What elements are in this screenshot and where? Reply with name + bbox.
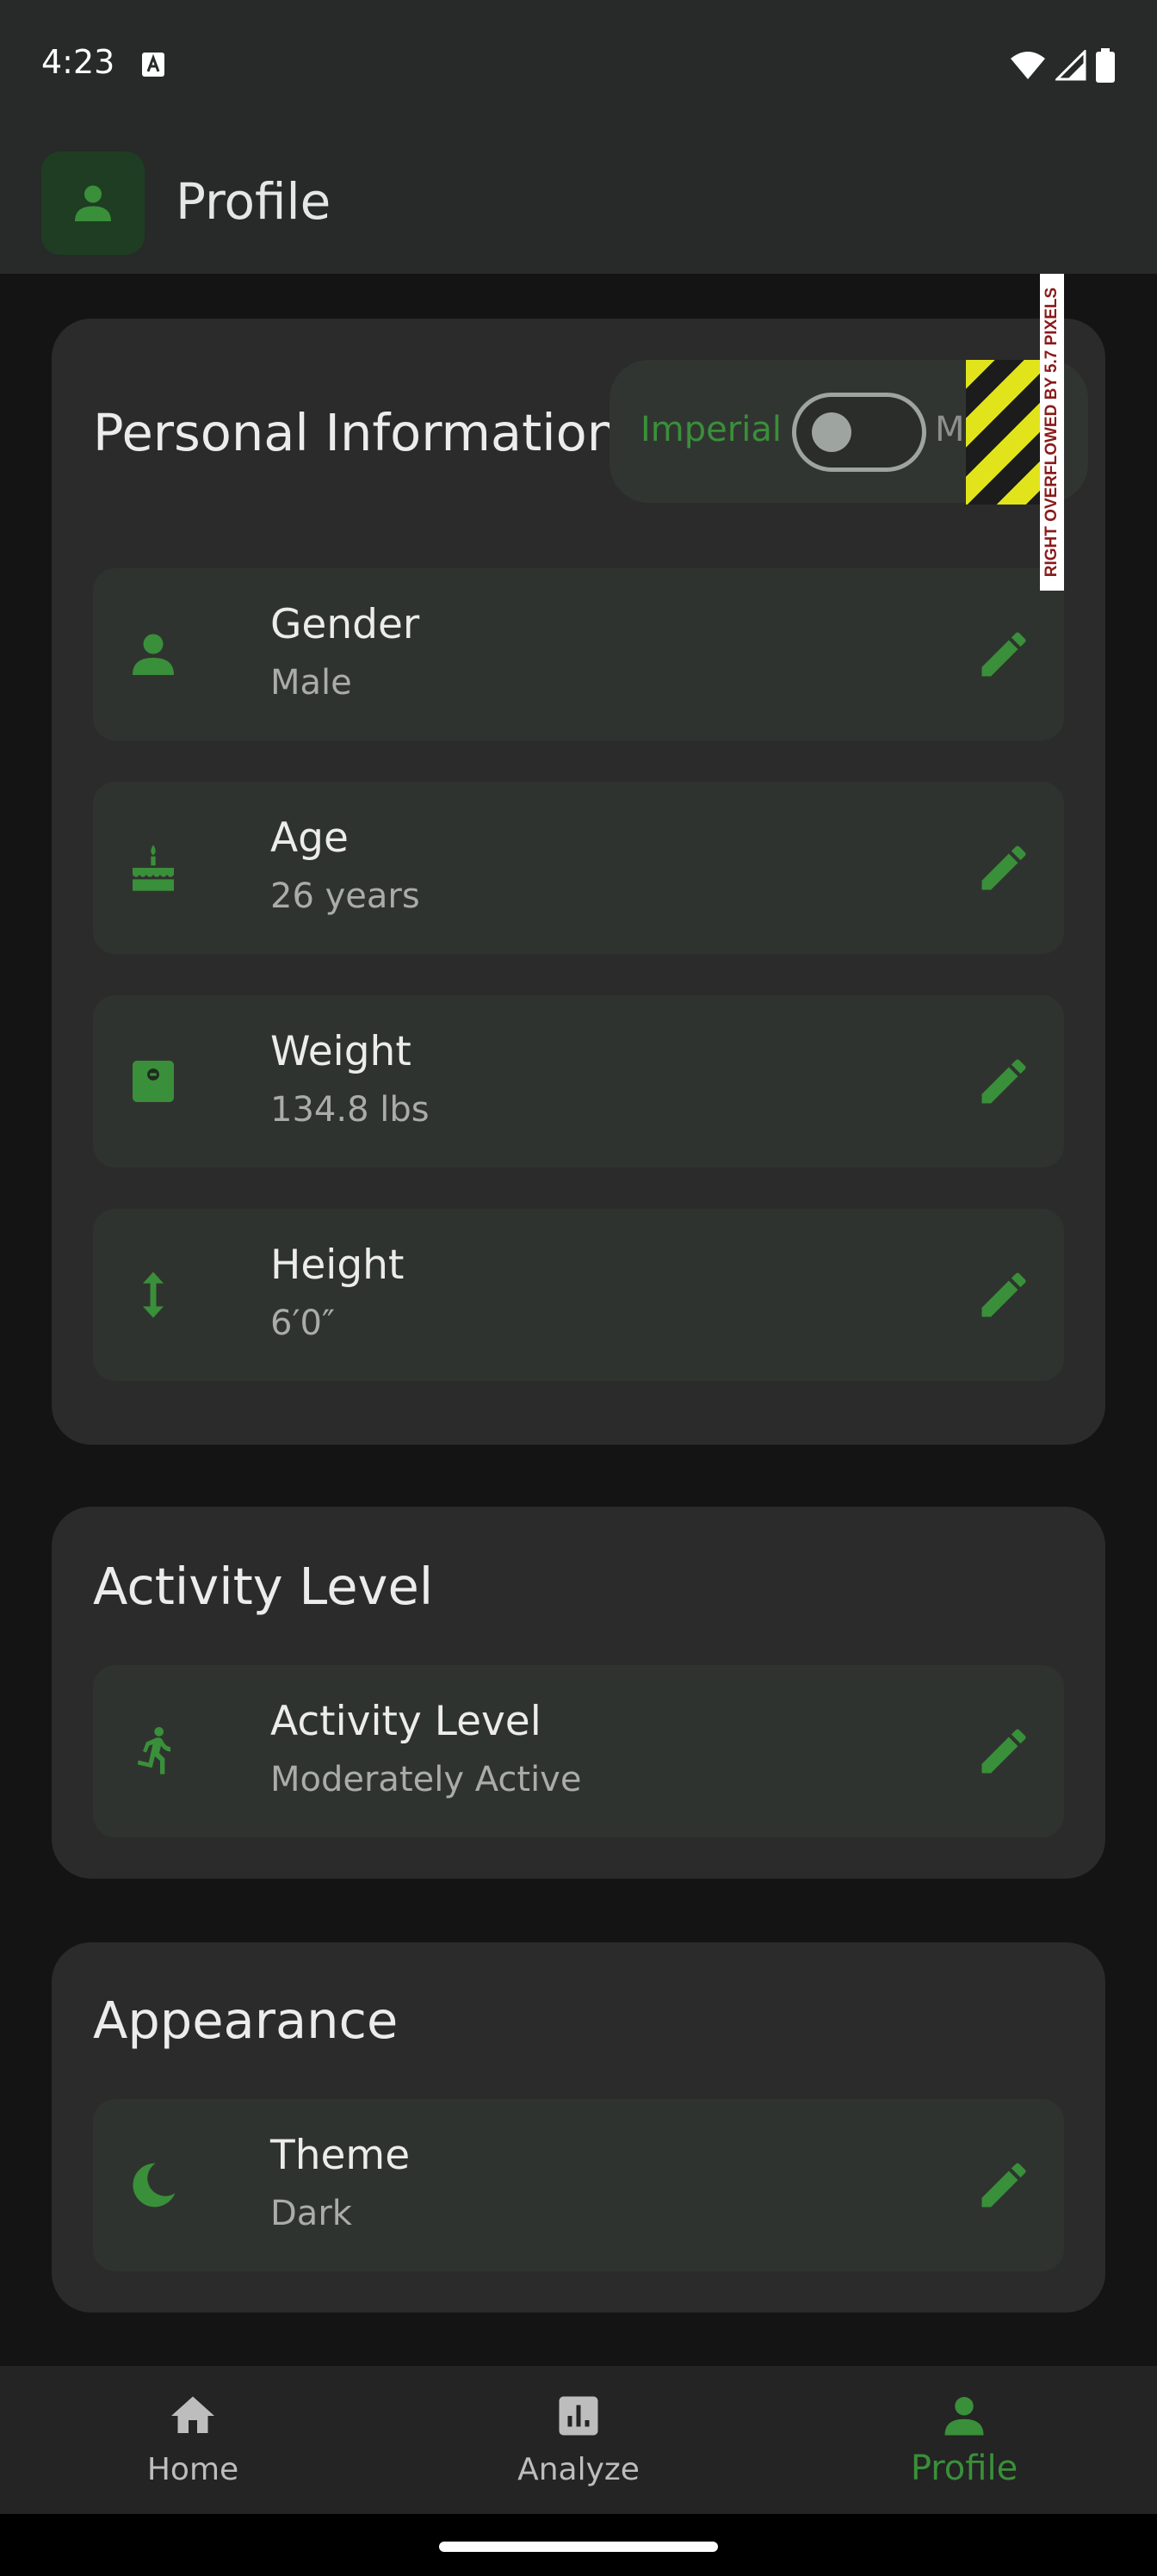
item-title: Activity Level xyxy=(270,1698,541,1745)
age-item[interactable]: Age 26 years xyxy=(93,782,1064,954)
edit-icon[interactable] xyxy=(974,839,1033,897)
status-icons xyxy=(1009,48,1116,83)
weight-item[interactable]: Weight 134.8 lbs xyxy=(93,995,1064,1167)
height-icon xyxy=(143,1272,164,1318)
nav-analyze-label: Analyze xyxy=(517,2452,640,2487)
nav-analyze[interactable]: Analyze xyxy=(386,2366,771,2514)
switch-knob xyxy=(812,412,851,452)
personal-info-title: Personal Information xyxy=(93,403,620,462)
edit-icon[interactable] xyxy=(974,2156,1033,2214)
item-value: 26 years xyxy=(270,876,420,916)
bottom-nav: Home Analyze Profile xyxy=(0,2366,1157,2514)
gesture-handle[interactable] xyxy=(439,2542,718,2552)
signal-icon xyxy=(1055,50,1086,81)
status-time: 4:23 xyxy=(41,43,115,81)
app-bar: Profile xyxy=(0,138,1157,274)
item-title: Theme xyxy=(270,2132,411,2179)
chart-icon xyxy=(559,2396,598,2436)
item-title: Height xyxy=(270,1242,405,1289)
item-title: Gender xyxy=(270,601,420,648)
person-icon xyxy=(944,2397,984,2436)
nav-home-label: Home xyxy=(146,2452,239,2487)
overflow-warning: RIGHT OVERFLOWED BY 5.7 PIXELS xyxy=(1040,274,1064,591)
item-value: 6′0″ xyxy=(270,1303,335,1343)
gender-item[interactable]: Gender Male xyxy=(93,568,1064,740)
item-value: Moderately Active xyxy=(270,1760,582,1799)
theme-item[interactable]: Theme Dark xyxy=(93,2099,1064,2271)
item-value: Dark xyxy=(270,2194,352,2233)
imperial-label: Imperial xyxy=(640,410,782,449)
moon-icon xyxy=(133,2163,176,2208)
edit-icon[interactable] xyxy=(974,1052,1033,1111)
person-icon xyxy=(75,185,111,221)
item-value: Male xyxy=(270,663,352,703)
wifi-icon xyxy=(1011,52,1045,79)
item-title: Age xyxy=(270,814,349,862)
overflow-warning-text: RIGHT OVERFLOWED BY 5.7 PIXELS xyxy=(1043,287,1061,578)
profile-app-icon xyxy=(41,152,145,255)
running-icon xyxy=(137,1727,170,1774)
edit-icon[interactable] xyxy=(974,625,1033,684)
scale-icon xyxy=(133,1061,174,1102)
home-icon xyxy=(171,2396,214,2433)
height-item[interactable]: Height 6′0″ xyxy=(93,1209,1064,1381)
activity-item[interactable]: Activity Level Moderately Active xyxy=(93,1665,1064,1837)
status-bar: 4:23 xyxy=(0,0,1157,138)
edit-icon[interactable] xyxy=(974,1266,1033,1324)
person-icon xyxy=(133,634,174,675)
edit-icon[interactable] xyxy=(974,1722,1033,1780)
page-title: Profile xyxy=(176,172,331,231)
appearance-title: Appearance xyxy=(93,1991,399,2050)
cake-icon xyxy=(133,845,174,891)
battery-icon xyxy=(1096,48,1115,83)
nav-profile-label: Profile xyxy=(910,2449,1018,2488)
overflow-stripes xyxy=(966,360,1040,505)
keyboard-a-icon xyxy=(142,53,164,77)
item-title: Weight xyxy=(270,1028,411,1075)
unit-switch[interactable] xyxy=(792,393,926,472)
nav-profile[interactable]: Profile xyxy=(771,2366,1157,2514)
activity-title: Activity Level xyxy=(93,1557,434,1616)
item-value: 134.8 lbs xyxy=(270,1090,430,1130)
gesture-area xyxy=(0,2514,1157,2576)
nav-home[interactable]: Home xyxy=(0,2366,386,2514)
appearance-card: Appearance Theme Dark xyxy=(52,1942,1105,2313)
activity-card: Activity Level Activity Level Moderately… xyxy=(52,1507,1105,1879)
